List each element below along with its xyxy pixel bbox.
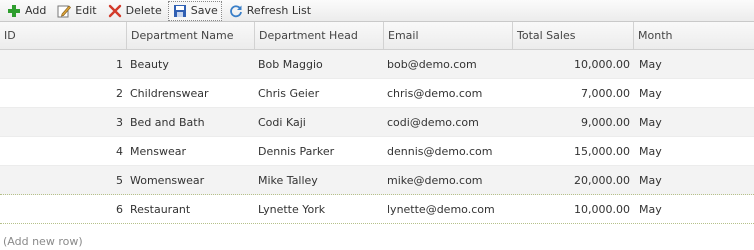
add-button[interactable]: Add	[2, 1, 50, 21]
cell-id: 4	[116, 144, 123, 158]
table-row[interactable]: 3 Bed and Bath Codi Kaji codi@demo.com 9…	[0, 108, 754, 137]
save-button[interactable]: Save	[167, 0, 222, 21]
cell-department-name: Childrenswear	[130, 86, 209, 100]
cell-month: May	[639, 57, 662, 71]
cell-email: bob@demo.com	[387, 57, 477, 71]
cell-month: May	[639, 115, 662, 129]
add-new-row[interactable]: (Add new row)	[0, 232, 754, 250]
cell-id: 6	[116, 202, 123, 216]
cell-email: lynette@demo.com	[387, 202, 495, 216]
cell-department-head: Chris Geier	[258, 86, 320, 100]
cell-total-sales: 15,000.00	[574, 144, 630, 158]
cell-department-name: Menswear	[130, 144, 186, 158]
floppy-disk-icon	[172, 3, 188, 19]
table-row[interactable]: 6 Restaurant Lynette York lynette@demo.c…	[0, 195, 754, 224]
table-row[interactable]: 5 Womenswear Mike Talley mike@demo.com 2…	[0, 166, 754, 195]
edit-button-label: Edit	[75, 4, 97, 17]
refresh-list-button[interactable]: Refresh List	[224, 1, 315, 21]
cell-department-head: Mike Talley	[258, 173, 318, 187]
cell-month: May	[639, 86, 662, 100]
add-button-label: Add	[25, 4, 47, 17]
cell-department-head: Lynette York	[258, 202, 326, 216]
column-header-total-sales[interactable]: Total Sales	[513, 22, 634, 49]
column-header-department-head[interactable]: Department Head	[255, 22, 384, 49]
grid-toolbar: Add Edit Delete Save Refresh List	[0, 0, 754, 22]
column-header-email[interactable]: Email	[384, 22, 513, 49]
column-header-department-name[interactable]: Department Name	[127, 22, 255, 49]
cell-total-sales: 9,000.00	[581, 115, 630, 129]
cell-department-name: Bed and Bath	[130, 115, 205, 129]
cell-email: codi@demo.com	[387, 115, 479, 129]
save-button-label: Save	[190, 4, 218, 17]
edit-button[interactable]: Edit	[52, 1, 100, 21]
grid-header: ID Department Name Department Head Email…	[0, 22, 754, 50]
refresh-icon	[228, 3, 244, 19]
delete-button-label: Delete	[125, 4, 162, 17]
cell-department-head: Dennis Parker	[258, 144, 335, 158]
cell-department-name: Womenswear	[130, 173, 205, 187]
cell-total-sales: 10,000.00	[574, 202, 630, 216]
cell-id: 3	[116, 115, 123, 129]
cell-id: 1	[116, 57, 123, 71]
x-icon	[107, 3, 123, 19]
cell-email: chris@demo.com	[387, 86, 483, 100]
column-header-month[interactable]: Month	[634, 22, 754, 49]
pencil-icon	[56, 3, 72, 19]
cell-email: dennis@demo.com	[387, 144, 493, 158]
plus-icon	[6, 3, 22, 19]
column-header-id[interactable]: ID	[0, 22, 127, 49]
cell-month: May	[639, 144, 662, 158]
cell-month: May	[639, 202, 662, 216]
cell-total-sales: 7,000.00	[581, 86, 630, 100]
department-grid: ID Department Name Department Head Email…	[0, 22, 754, 250]
cell-id: 2	[116, 86, 123, 100]
cell-id: 5	[116, 173, 123, 187]
cell-department-head: Codi Kaji	[258, 115, 306, 129]
table-row[interactable]: 2 Childrenswear Chris Geier chris@demo.c…	[0, 79, 754, 108]
refresh-list-button-label: Refresh List	[246, 4, 312, 17]
cell-month: May	[639, 173, 662, 187]
cell-total-sales: 20,000.00	[574, 173, 630, 187]
cell-department-name: Beauty	[130, 57, 169, 71]
delete-button[interactable]: Delete	[103, 1, 166, 21]
cell-email: mike@demo.com	[387, 173, 483, 187]
cell-department-head: Bob Maggio	[258, 57, 323, 71]
table-row[interactable]: 1 Beauty Bob Maggio bob@demo.com 10,000.…	[0, 50, 754, 79]
cell-total-sales: 10,000.00	[574, 57, 630, 71]
table-row[interactable]: 4 Menswear Dennis Parker dennis@demo.com…	[0, 137, 754, 166]
cell-department-name: Restaurant	[130, 202, 191, 216]
